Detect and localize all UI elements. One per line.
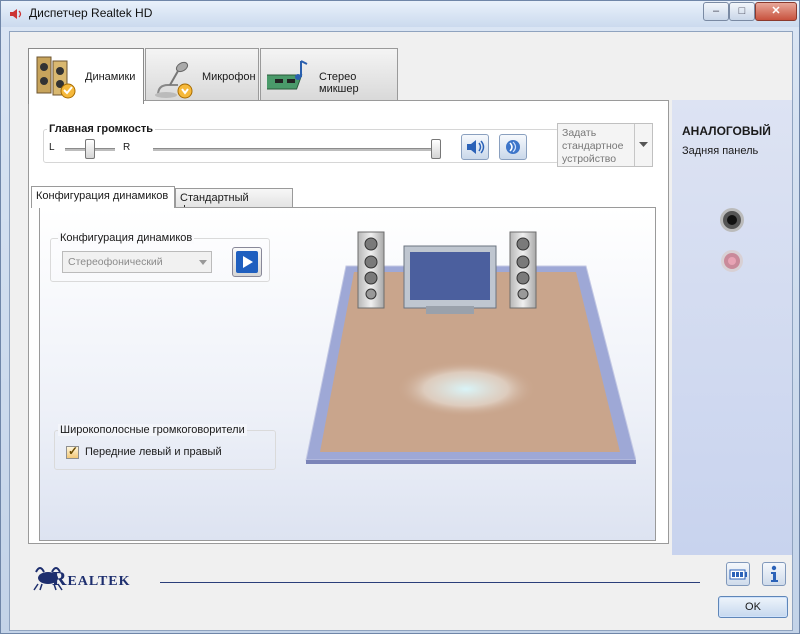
speaker-icon <box>10 9 22 19</box>
client-area: Динамики Микрофон Стерео микшер Главная … <box>9 31 793 631</box>
front-right-speaker-icon <box>509 231 537 309</box>
realtek-hd-window: Диспетчер Realtek HD – □ ✕ Динамики Микр… <box>0 0 800 634</box>
window-title: Диспетчер Realtek HD <box>29 6 153 20</box>
realtek-logo-text: Realtek <box>52 568 131 590</box>
tab-microphone-label: Микрофон <box>202 71 256 83</box>
speakers-panel: Главная громкость L R Задать стандартное… <box>28 100 669 544</box>
tab-speakers-label: Динамики <box>85 71 136 83</box>
info-button[interactable] <box>762 562 786 586</box>
main-volume-label: Главная громкость <box>47 123 156 135</box>
mute-button[interactable] <box>461 134 489 160</box>
stereo-mixer-icon <box>267 60 308 90</box>
balance-right-label: R <box>123 142 131 153</box>
volume-slider[interactable] <box>431 139 441 159</box>
speakers-icon <box>36 56 76 99</box>
balance-left-label: L <box>49 142 55 153</box>
set-default-device-button[interactable]: Задать стандартное устройство <box>557 123 653 167</box>
battery-icon <box>729 569 747 580</box>
microphone-icon <box>155 61 193 99</box>
tab-stereo-mixer-label: Стерео микшер <box>319 71 359 95</box>
speaker-room-illustration <box>305 231 636 464</box>
audio-settings-button[interactable] <box>499 134 527 160</box>
battery-button[interactable] <box>726 562 750 586</box>
info-icon <box>771 565 778 582</box>
tab-speaker-config[interactable]: Конфигурация динамиков <box>31 186 175 208</box>
fullrange-label: Широкополосные громкоговорители <box>58 424 247 436</box>
ok-button[interactable]: OK <box>718 596 788 618</box>
connector-panel: АНАЛОГОВЫЙ Задняя панель <box>672 100 792 555</box>
balance-slider[interactable] <box>85 139 95 159</box>
tab-speakers[interactable]: Динамики <box>28 48 144 104</box>
speaker-config-value: Стереофонический <box>68 256 163 268</box>
speaker-config-label: Конфигурация динамиков <box>58 232 195 244</box>
jack-pink-icon[interactable] <box>721 250 743 272</box>
speaker-config-select[interactable]: Стереофонический <box>62 251 212 273</box>
chevron-down-icon <box>634 124 652 166</box>
title-bar: Диспетчер Realtek HD – □ ✕ <box>1 1 799 27</box>
rear-panel-label: Задняя панель <box>682 145 759 157</box>
tab-default-format[interactable]: Стандартный формат <box>175 188 293 216</box>
fullrange-front-checkbox[interactable]: ✓ <box>66 444 79 459</box>
play-icon <box>236 251 258 273</box>
speaker-config-panel: Конфигурация динамиков Стереофонический … <box>39 207 656 541</box>
dropdown-arrow-icon <box>199 260 207 265</box>
volume-track <box>153 148 441 151</box>
analog-title: АНАЛОГОВЫЙ <box>682 124 771 138</box>
set-default-device-label: Задать стандартное устройство <box>562 127 624 165</box>
maximize-button[interactable]: □ <box>729 2 755 21</box>
tab-microphone[interactable]: Микрофон <box>145 48 259 102</box>
jack-black-icon[interactable] <box>720 208 744 232</box>
close-button[interactable]: ✕ <box>755 2 797 21</box>
tab-stereo-mixer[interactable]: Стерео микшер <box>260 48 398 102</box>
play-test-button[interactable] <box>232 247 262 277</box>
front-left-speaker-icon <box>357 231 385 309</box>
audio-wave-icon <box>506 140 520 154</box>
checkmark-icon: ✓ <box>68 444 79 458</box>
speaker-volume-icon <box>467 140 485 154</box>
minimize-button[interactable]: – <box>703 2 729 21</box>
fullrange-front-label: Передние левый и правый <box>85 446 222 458</box>
footer-divider <box>160 582 700 583</box>
